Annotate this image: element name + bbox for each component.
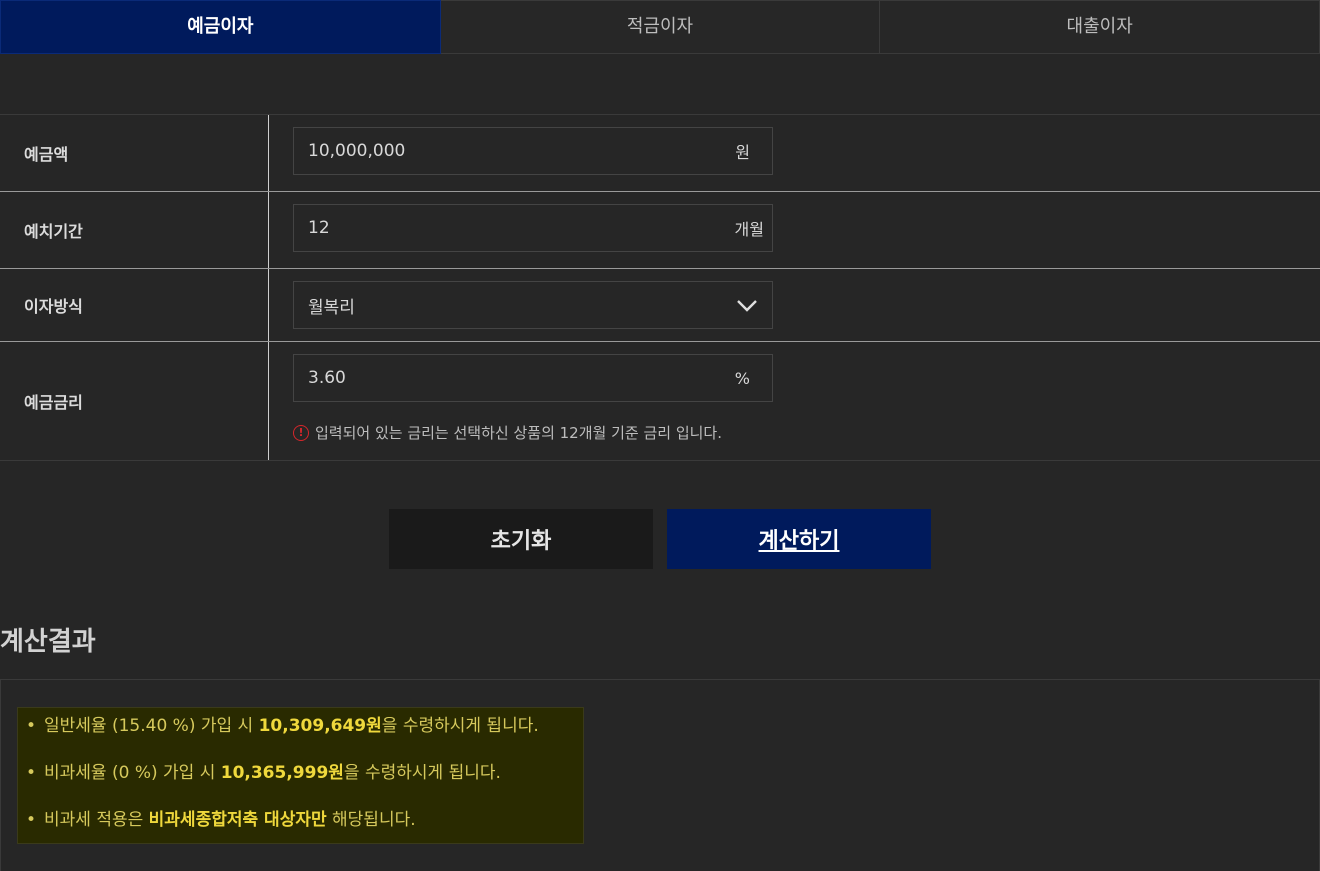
calculator-form: 예금액 10,000,000 원 예치기간 12 개월 이자방식 월복리 예금금… (0, 114, 1320, 461)
rate-note: ! 입력되어 있는 금리는 선택하신 상품의 12개월 기준 금리 입니다. (293, 422, 773, 443)
result-line-general-tax: 일반세율 (15.40 %) 가입 시 10,309,649원을 수령하시게 됩… (18, 714, 583, 761)
row-deposit-amount: 예금액 10,000,000 원 (0, 115, 1320, 192)
general-tax-amount: 10,309,649원 (258, 716, 382, 736)
deposit-period-input[interactable]: 12 개월 (293, 204, 773, 252)
deposit-amount-label: 예금액 (0, 115, 269, 191)
calculate-button[interactable]: 계산하기 (667, 509, 931, 569)
tab-loan-interest[interactable]: 대출이자 (880, 0, 1320, 54)
result-panel: 일반세율 (15.40 %) 가입 시 10,309,649원을 수령하시게 됩… (0, 679, 1320, 871)
result-line-tax-free-note: 비과세 적용은 비과세종합저축 대상자만 해당됩니다. (18, 808, 583, 855)
result-line-tax-free: 비과세율 (0 %) 가입 시 10,365,999원을 수령하시게 됩니다. (18, 761, 583, 808)
deposit-amount-unit: 원 (735, 143, 750, 162)
deposit-rate-unit: % (734, 368, 750, 388)
tax-free-eligibility: 비과세종합저축 대상자만 (148, 810, 327, 830)
interest-method-label: 이자방식 (0, 269, 269, 341)
deposit-period-unit: 개월 (734, 220, 764, 239)
row-interest-method: 이자방식 월복리 (0, 269, 1320, 342)
tab-savings-interest[interactable]: 적금이자 (440, 0, 881, 54)
deposit-period-value: 12 (308, 218, 330, 238)
result-list: 일반세율 (15.40 %) 가입 시 10,309,649원을 수령하시게 됩… (17, 707, 584, 844)
deposit-rate-value: 3.60 (308, 368, 346, 388)
rate-note-text: 입력되어 있는 금리는 선택하신 상품의 12개월 기준 금리 입니다. (315, 424, 723, 442)
deposit-amount-value: 10,000,000 (308, 141, 406, 161)
interest-method-select[interactable]: 월복리 (293, 281, 773, 329)
row-deposit-rate: 예금금리 3.60 % ! 입력되어 있는 금리는 선택하신 상품의 12개월 … (0, 342, 1320, 461)
result-title: 계산결과 (0, 627, 96, 657)
tab-bar: 예금이자 적금이자 대출이자 (0, 0, 1320, 54)
tab-deposit-interest[interactable]: 예금이자 (0, 0, 441, 54)
chevron-down-icon (737, 300, 757, 312)
deposit-rate-input[interactable]: 3.60 % (293, 354, 773, 402)
deposit-period-label: 예치기간 (0, 192, 269, 268)
deposit-amount-input[interactable]: 10,000,000 원 (293, 127, 773, 175)
tax-free-amount: 10,365,999원 (220, 763, 344, 783)
interest-method-value: 월복리 (308, 297, 355, 318)
reset-button[interactable]: 초기화 (389, 509, 653, 569)
action-buttons: 초기화 계산하기 (389, 509, 931, 569)
row-deposit-period: 예치기간 12 개월 (0, 192, 1320, 269)
deposit-rate-label: 예금금리 (0, 342, 269, 460)
warning-icon: ! (293, 424, 309, 441)
